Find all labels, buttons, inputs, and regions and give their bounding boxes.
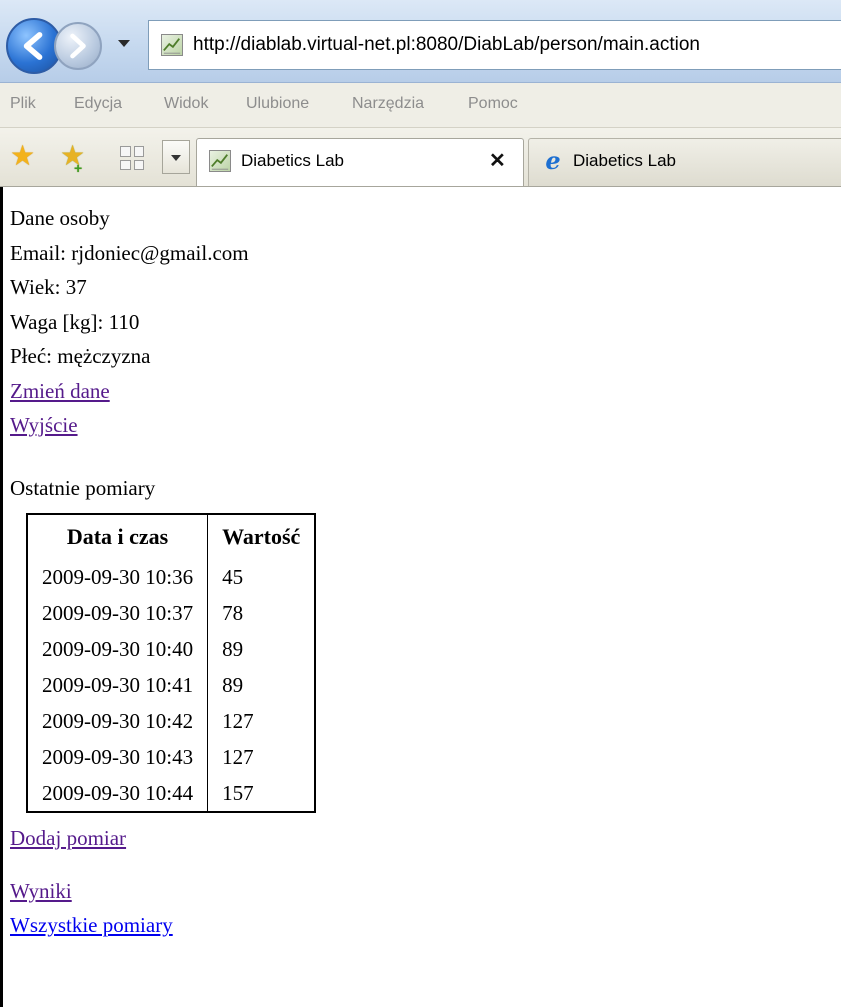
tab-diabetics-lab-active[interactable]: Diabetics Lab ✕: [196, 138, 524, 186]
cell-value: 127: [222, 708, 254, 733]
menu-item-ulubione[interactable]: Ulubione: [246, 95, 309, 113]
cell-value: 89: [222, 636, 244, 661]
measurements-heading: Ostatnie pomiary: [10, 475, 156, 500]
cell-datetime: 2009-09-30 10:42: [28, 703, 209, 739]
menu-item-edycja[interactable]: Edycja: [74, 95, 122, 113]
page-favicon-icon: [209, 150, 231, 172]
person-heading: Dane osoby: [10, 206, 110, 230]
person-gender: Płeć: mężczyzna: [10, 344, 151, 368]
table-row: 2009-09-30 10:42 127: [28, 703, 314, 739]
menu-item-widok[interactable]: Widok: [164, 95, 208, 113]
person-age: Wiek: 37: [10, 275, 87, 299]
add-measurement-link[interactable]: Dodaj pomiar: [10, 826, 126, 850]
measurements-table: Data i czas Wartość 2009-09-30 10:36 45 …: [26, 513, 317, 813]
person-email: Email: rjdoniec@gmail.com: [10, 240, 249, 265]
menu-item-plik[interactable]: Plik: [10, 95, 36, 113]
page-content: Dane osoby Email: rjdoniec@gmail.com Wie…: [10, 201, 830, 943]
tab-list-dropdown-button[interactable]: [162, 140, 190, 174]
cell-value: 89: [222, 672, 244, 697]
table-row: 2009-09-30 10:43 127: [28, 739, 314, 775]
table-row: 2009-09-30 10:40 89: [28, 631, 314, 667]
ie-page-icon: e: [545, 146, 561, 175]
cell-value: 127: [222, 744, 254, 769]
table-row: 2009-09-30 10:36 45: [28, 559, 314, 595]
table-header-row: Data i czas Wartość: [28, 515, 314, 559]
tab-title: Diabetics Lab: [573, 151, 677, 170]
forward-arrow-icon[interactable]: [54, 22, 102, 70]
cell-datetime: 2009-09-30 10:37: [28, 595, 209, 631]
results-link[interactable]: Wyniki: [10, 879, 72, 903]
cell-datetime: 2009-09-30 10:41: [28, 667, 209, 703]
browser-chrome: http://diablab.virtual-net.pl:8080/DiabL…: [0, 0, 841, 187]
page-left-border: [0, 187, 3, 1007]
cell-value: 45: [222, 564, 244, 589]
cell-datetime: 2009-09-30 10:43: [28, 739, 209, 775]
column-header-datetime: Data i czas: [28, 515, 209, 559]
favorites-star-icon[interactable]: ★: [10, 142, 35, 170]
address-url[interactable]: http://diablab.virtual-net.pl:8080/DiabL…: [193, 34, 700, 56]
close-tab-icon[interactable]: ✕: [489, 148, 506, 173]
table-row: 2009-09-30 10:41 89: [28, 667, 314, 703]
cell-datetime: 2009-09-30 10:36: [28, 559, 209, 595]
page-favicon-icon: [161, 34, 183, 56]
tab-title: Diabetics Lab: [241, 151, 345, 170]
menu-item-pomoc[interactable]: Pomoc: [468, 95, 518, 113]
cell-value: 157: [222, 780, 254, 805]
tab-diabetics-lab[interactable]: e Diabetics Lab: [528, 138, 841, 186]
address-toolbar: http://diablab.virtual-net.pl:8080/DiabL…: [0, 0, 841, 83]
menu-item-narzedzia[interactable]: Narzędzia: [352, 95, 424, 113]
history-dropdown-icon[interactable]: [118, 40, 130, 47]
quick-tabs-grid-icon[interactable]: [120, 146, 144, 170]
address-bar[interactable]: http://diablab.virtual-net.pl:8080/DiabL…: [148, 20, 841, 70]
cell-datetime: 2009-09-30 10:40: [28, 631, 209, 667]
cell-value: 78: [222, 600, 244, 625]
table-row: 2009-09-30 10:44 157: [28, 775, 314, 811]
column-header-value: Wartość: [222, 524, 301, 549]
favorites-tab-bar: ★ ★ + Diabetics Lab ✕ e Diabetics Lab: [0, 128, 841, 186]
person-weight: Waga [kg]: 110: [10, 309, 140, 334]
add-favorite-star-icon[interactable]: ★ +: [60, 142, 85, 177]
logout-link[interactable]: Wyjście: [10, 413, 78, 437]
all-measurements-link[interactable]: Wszystkie pomiary: [10, 913, 173, 937]
edit-data-link[interactable]: Zmień dane: [10, 379, 110, 403]
cell-datetime: 2009-09-30 10:44: [28, 775, 209, 811]
table-row: 2009-09-30 10:37 78: [28, 595, 314, 631]
menu-bar: Plik Edycja Widok Ulubione Narzędzia Pom…: [0, 83, 841, 128]
